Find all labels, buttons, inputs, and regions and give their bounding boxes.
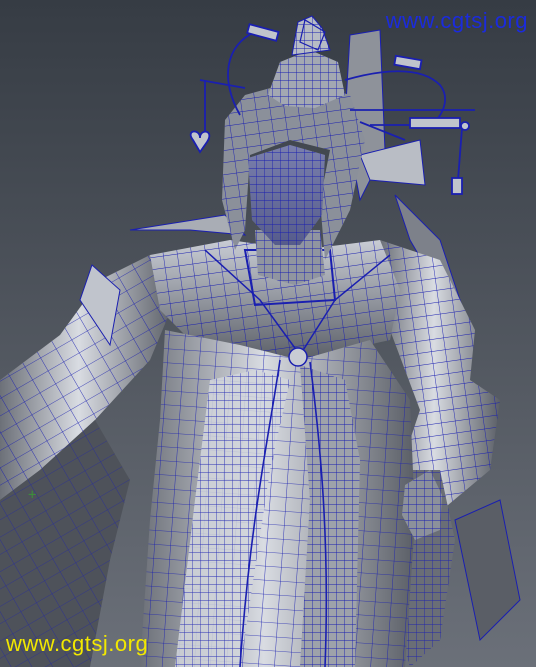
hair-bun xyxy=(268,15,345,108)
watermark-bottom: www.cgtsj.org xyxy=(6,631,149,656)
maya-viewport[interactable]: + www.cgtsj.org www.cgtsj.org xyxy=(0,0,536,667)
origin-axis-marker: + xyxy=(28,487,37,503)
robe xyxy=(140,330,415,667)
character-wireframe-model xyxy=(0,15,521,667)
watermark-top: www.cgtsj.org xyxy=(385,8,528,33)
